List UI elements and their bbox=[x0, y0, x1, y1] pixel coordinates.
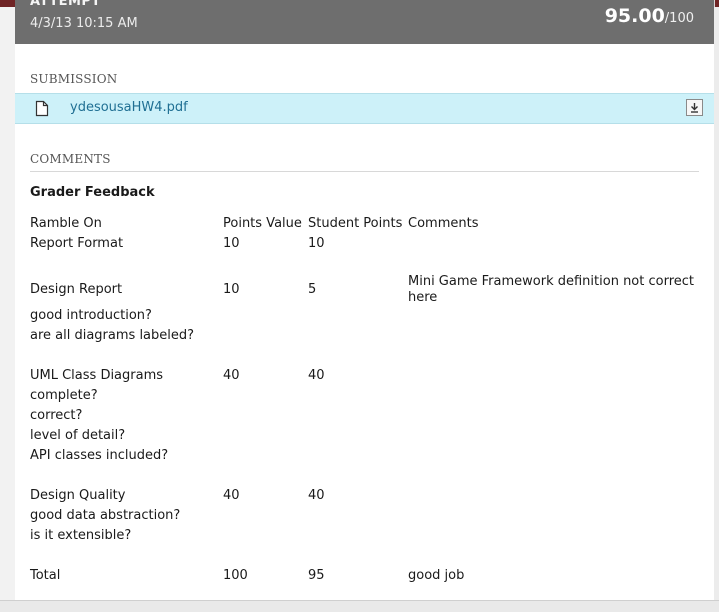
comments-section-label: COMMENTS bbox=[30, 152, 111, 166]
row-item: Design Quality bbox=[30, 488, 126, 503]
row-points: 10 bbox=[223, 282, 240, 297]
row-points: 40 bbox=[223, 368, 240, 383]
document-icon bbox=[35, 100, 49, 117]
header-student-points: Student Points bbox=[308, 216, 403, 231]
total-comment: good job bbox=[408, 568, 465, 583]
header-points-value: Points Value bbox=[223, 216, 302, 231]
row-item: Report Format bbox=[30, 236, 124, 251]
total-student-points: 95 bbox=[308, 568, 325, 583]
bottom-bar bbox=[0, 600, 719, 612]
attempt-label: ATTEMPT bbox=[30, 0, 101, 9]
total-points: 100 bbox=[223, 568, 248, 583]
score-max: /100 bbox=[664, 11, 694, 26]
attempt-date: 4/3/13 10:15 AM bbox=[30, 16, 138, 31]
submission-section-label: SUBMISSION bbox=[30, 72, 118, 86]
row-points: 40 bbox=[223, 488, 240, 503]
attempt-score: 95.00/100 bbox=[605, 5, 694, 27]
submission-file-row[interactable]: ydesousaHW4.pdf bbox=[15, 93, 714, 124]
row-item: UML Class Diagrams bbox=[30, 368, 164, 383]
total-label: Total bbox=[30, 568, 61, 583]
row-item: good introduction? bbox=[30, 308, 152, 323]
row-item: complete? bbox=[30, 388, 98, 403]
row-student-points: 10 bbox=[308, 236, 325, 251]
attempt-header: ATTEMPT 4/3/13 10:15 AM 95.00/100 bbox=[15, 0, 714, 44]
row-points: 10 bbox=[223, 236, 240, 251]
row-item: Design Report bbox=[30, 282, 123, 297]
row-comment: Mini Game Framework definition not corre… bbox=[408, 274, 695, 305]
row-item: API classes included? bbox=[30, 448, 169, 463]
download-icon[interactable] bbox=[686, 99, 703, 116]
row-item: good data abstraction? bbox=[30, 508, 181, 523]
row-student-points: 40 bbox=[308, 368, 325, 383]
scrollbar-track[interactable] bbox=[714, 7, 719, 600]
row-student-points: 40 bbox=[308, 488, 325, 503]
comments-divider bbox=[30, 171, 699, 172]
row-item: level of detail? bbox=[30, 428, 126, 443]
score-value: 95.00 bbox=[604, 5, 665, 27]
header-comments: Comments bbox=[408, 216, 479, 231]
attempt-panel: ATTEMPT 4/3/13 10:15 AM 95.00/100 SUBMIS… bbox=[15, 0, 715, 600]
header-item: Ramble On bbox=[30, 216, 102, 231]
row-item: is it extensible? bbox=[30, 528, 132, 543]
row-item: are all diagrams labeled? bbox=[30, 328, 195, 343]
row-item: correct? bbox=[30, 408, 83, 423]
file-link[interactable]: ydesousaHW4.pdf bbox=[70, 100, 188, 115]
grader-feedback-title: Grader Feedback bbox=[30, 185, 155, 200]
row-student-points: 5 bbox=[308, 282, 317, 297]
